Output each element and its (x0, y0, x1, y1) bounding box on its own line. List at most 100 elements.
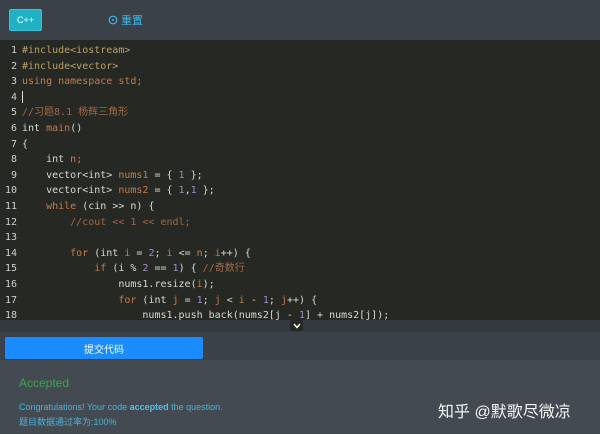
line-number: 8 (10, 154, 17, 166)
line-number: 2 (10, 60, 17, 72)
result-message-prefix: Congratulations! Your code (19, 402, 130, 412)
code-token: = (178, 294, 197, 306)
code-text: for (int i = 2; i <= n; i++) { (22, 246, 251, 262)
code-token: = (130, 247, 149, 259)
line-number: 13 (4, 232, 17, 244)
submit-bar: 提交代码 (0, 332, 600, 360)
result-message-suffix: the question. (168, 402, 223, 412)
code-text: #include<vector> (22, 59, 118, 75)
chevron-down-icon (292, 323, 301, 329)
code-text: int main() (22, 121, 82, 137)
code-token: std; (118, 76, 143, 88)
reset-button[interactable]: 重置 (108, 13, 143, 27)
editor-toolbar: C++ 重置 (0, 0, 600, 40)
code-line[interactable]: 9 vector<int> nums1 = { 1 }; (0, 168, 600, 184)
code-text: //习题8.1 杨辉三角形 (22, 105, 128, 121)
code-token: //奇数行 (202, 263, 245, 275)
line-number: 12 (4, 216, 17, 228)
line-number: 15 (4, 263, 17, 275)
code-line[interactable]: 12 //cout << 1 << endl; (0, 215, 600, 231)
result-panel: Accepted Congratulations! Your code acce… (0, 360, 600, 434)
code-token: }; (196, 185, 215, 197)
code-line[interactable]: 1 #include<iostream> (0, 43, 600, 59)
code-token: for (22, 247, 95, 259)
code-line[interactable]: 3 using namespace std; (0, 74, 600, 90)
code-line[interactable]: 16 nums1.resize(i); (0, 277, 600, 293)
code-token: int (22, 123, 47, 134)
line-number: 11 (4, 201, 17, 212)
code-token: ; (154, 247, 167, 259)
collapse-toggle[interactable] (290, 320, 303, 331)
code-text: { (22, 137, 28, 153)
code-token: nums1 (118, 169, 149, 181)
code-token: ++) { (220, 247, 251, 259)
line-number: 9 (10, 169, 17, 181)
line-number: 16 (4, 279, 17, 290)
code-text: vector<int> nums1 = { 1 }; (22, 168, 203, 184)
code-line[interactable]: 7{ (0, 137, 600, 153)
code-line[interactable]: 18 nums1.push_back(nums2[j - 1] + nums2[… (0, 308, 600, 320)
code-line[interactable]: 6 int main() (0, 121, 600, 137)
code-token: nums2 (118, 185, 149, 197)
code-token: { (22, 138, 29, 150)
code-token: n; (70, 154, 83, 166)
code-token: int (22, 154, 71, 166)
code-line[interactable]: 17 for (int j = 1; j < i - 1; j++) { (0, 293, 600, 309)
code-line[interactable]: 15 if (i % 2 == 1) { //奇数行 (0, 261, 600, 277)
code-token: using namespace (22, 76, 119, 88)
code-text: if (i % 2 == 1) { //奇数行 (22, 261, 245, 277)
code-text: for (int j = 1; j < i - 1; j++) { (22, 293, 317, 309)
code-token: ); (202, 279, 215, 290)
code-text: int n; (22, 152, 82, 168)
line-number: 1 (10, 45, 17, 56)
reset-label: 重置 (121, 15, 143, 27)
code-line[interactable]: 14 for (int i = 2; i <= n; i++) { (0, 246, 600, 262)
code-line[interactable]: 10 vector<int> nums2 = { 1,1 }; (0, 183, 600, 199)
code-token: //习题8.1 杨辉三角形 (22, 107, 129, 119)
code-token: (int (142, 294, 173, 306)
line-number: 18 (4, 310, 17, 320)
code-token: () (70, 123, 83, 134)
line-number: 14 (4, 247, 17, 259)
code-line[interactable]: 4 (0, 90, 600, 106)
line-number: 3 (10, 76, 17, 88)
code-text: using namespace std; (22, 74, 142, 90)
code-token: #include<vector> (22, 60, 119, 72)
code-line[interactable]: 2 #include<vector> (0, 59, 600, 75)
code-text: //cout << 1 << endl; (22, 215, 191, 231)
line-number: 7 (10, 138, 17, 150)
code-token: nums1.push_back(nums2[j - (22, 310, 299, 320)
code-token: < (220, 294, 239, 306)
language-select-button[interactable]: C++ (9, 9, 42, 31)
code-text (22, 90, 23, 106)
pass-rate: 题目数据通过率为:100% (19, 417, 117, 427)
code-token: - (244, 294, 263, 306)
code-token: ; (202, 294, 215, 306)
code-text: nums1.resize(i); (22, 277, 215, 293)
code-token: #include<iostream> (22, 45, 131, 56)
watermark: 知乎 @默歌尽微凉 (438, 404, 571, 421)
code-text: nums1.push_back(nums2[j - 1] + nums2[j])… (22, 308, 389, 320)
reset-icon (108, 15, 118, 25)
code-line[interactable]: 8 int n; (0, 152, 600, 168)
code-token: == (148, 263, 173, 275)
line-number: 17 (4, 294, 17, 306)
line-number: 6 (10, 123, 17, 134)
panel-splitter[interactable] (0, 320, 600, 332)
text-cursor (22, 90, 23, 103)
code-line[interactable]: 11 while (cin >> n) { (0, 199, 600, 215)
result-message-bold: accepted (129, 402, 169, 412)
code-editor[interactable]: 1 #include<iostream> 2 #include<vector> 3 usi… (0, 40, 600, 320)
code-text: vector<int> nums2 = { 1,1 }; (22, 183, 215, 199)
code-token: ; (268, 294, 281, 306)
code-token: //cout << 1 << endl; (22, 216, 191, 228)
code-text: while (cin >> n) { (22, 199, 154, 215)
code-token: (int (94, 247, 125, 259)
code-token: nums1.resize( (22, 279, 197, 290)
code-line[interactable]: 5 //习题8.1 杨辉三角形 (0, 105, 600, 121)
code-token: main (46, 123, 71, 134)
code-token: vector<int> (22, 185, 119, 197)
code-line[interactable]: 13 (0, 230, 600, 246)
submit-code-button[interactable]: 提交代码 (5, 337, 203, 359)
code-token: (i % (112, 263, 143, 275)
